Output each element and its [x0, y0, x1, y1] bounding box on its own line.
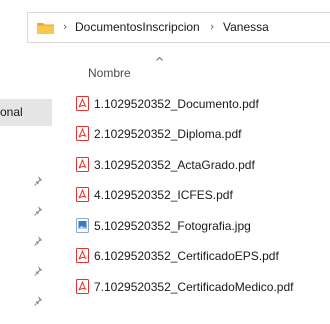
file-row[interactable]: 7.1029520352_CertificadoMedico.pdf [60, 272, 330, 302]
column-header-label: Nombre [88, 66, 131, 80]
pin-icon[interactable] [34, 205, 45, 216]
folder-icon [37, 23, 54, 34]
file-row[interactable]: 5.1029520352_Fotografia.jpg [60, 211, 330, 241]
file-name: 7.1029520352_CertificadoMedico.pdf [94, 280, 294, 294]
file-explorer-window: › DocumentosInscripcion › Vanessa onal N… [0, 0, 330, 324]
nav-item-selected[interactable]: onal [0, 99, 52, 126]
pdf-icon [76, 187, 89, 202]
nav-item-label: onal [0, 105, 23, 119]
pdf-icon [76, 157, 89, 172]
pin-icon[interactable] [34, 175, 45, 186]
file-name: 2.1029520352_Diploma.pdf [94, 127, 242, 141]
file-row[interactable]: 2.1029520352_Diploma.pdf [60, 119, 330, 149]
pin-icon[interactable] [34, 295, 45, 306]
file-row[interactable]: 4.1029520352_ICFES.pdf [60, 180, 330, 210]
file-name: 1.1029520352_Documento.pdf [94, 97, 259, 111]
address-bar[interactable]: › DocumentosInscripcion › Vanessa [27, 12, 330, 43]
pin-icon[interactable] [34, 265, 45, 276]
file-name: 6.1029520352_CertificadoEPS.pdf [94, 249, 279, 263]
chevron-right-icon[interactable]: › [210, 20, 214, 33]
file-name: 3.1029520352_ActaGrado.pdf [94, 158, 255, 172]
pdf-icon [76, 279, 89, 294]
pdf-icon [76, 248, 89, 263]
image-icon [76, 218, 89, 233]
file-row[interactable]: 6.1029520352_CertificadoEPS.pdf [60, 241, 330, 271]
pin-icon[interactable] [34, 235, 45, 246]
pdf-icon [76, 96, 89, 111]
pdf-icon [76, 126, 89, 141]
file-row[interactable]: 1.1029520352_Documento.pdf [60, 89, 330, 119]
breadcrumb-documentos-inscripcion[interactable]: DocumentosInscripcion [75, 20, 200, 34]
sort-ascending-icon [156, 57, 163, 61]
file-row[interactable]: 3.1029520352_ActaGrado.pdf [60, 150, 330, 180]
chevron-right-icon[interactable]: › [63, 20, 67, 33]
breadcrumb-vanessa[interactable]: Vanessa [223, 20, 269, 34]
file-name: 5.1029520352_Fotografia.jpg [94, 219, 251, 233]
file-name: 4.1029520352_ICFES.pdf [94, 188, 233, 202]
navigation-pane: onal [0, 54, 52, 324]
column-header-name[interactable]: Nombre [58, 54, 330, 84]
